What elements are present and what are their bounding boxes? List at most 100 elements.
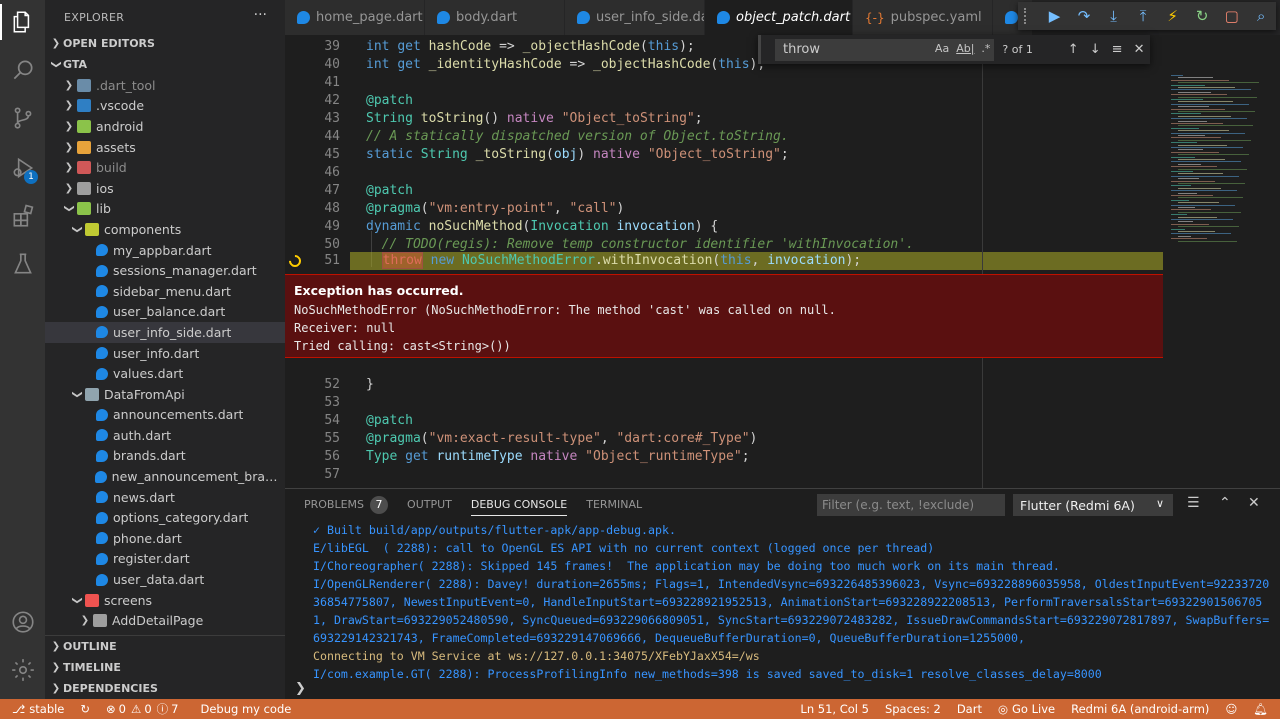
panel-tab[interactable]: TERMINAL xyxy=(586,489,642,520)
match-word-icon[interactable]: Ab| xyxy=(956,42,974,55)
debug-session-select[interactable]: Flutter (Redmi 6A) ∨ xyxy=(1013,494,1173,516)
editor-tab[interactable]: {-} pubspec.yaml xyxy=(853,0,993,35)
panel-tab[interactable]: PROBLEMS 7 xyxy=(304,489,389,520)
console-prompt[interactable]: ❯ xyxy=(295,681,306,696)
hot-reload-icon[interactable]: ⚡︎ xyxy=(1158,5,1188,27)
editor-tab[interactable]: user_info_side.dart xyxy=(565,0,705,35)
testing-icon[interactable] xyxy=(0,242,45,286)
code-line[interactable]: 47 @patch xyxy=(285,182,1163,200)
tree-file[interactable]: user_data.dart xyxy=(45,569,285,590)
tree-file[interactable]: my_appbar.dart xyxy=(45,240,285,261)
manage-gear-icon[interactable] xyxy=(0,648,45,692)
tree-file[interactable]: user_info_side.dart xyxy=(45,322,285,343)
source-control-icon[interactable] xyxy=(0,96,45,140)
tree-folder[interactable]: ❯ android xyxy=(45,116,285,137)
go-live-button[interactable]: ◎ Go Live xyxy=(990,699,1063,719)
tree-folder[interactable]: ❯ AddDetailPage xyxy=(45,610,285,631)
code-line[interactable]: 55 @pragma("vm:exact-result-type", "dart:… xyxy=(285,430,1163,448)
notifications-icon[interactable]: 🔔︎ xyxy=(1245,699,1280,719)
timeline-section[interactable]: ❯ TIMELINE xyxy=(45,657,285,678)
feedback-icon[interactable]: ☺ xyxy=(1217,699,1245,719)
more-actions-icon[interactable]: ··· xyxy=(254,7,267,23)
tree-file[interactable]: sidebar_menu.dart xyxy=(45,281,285,302)
collapse-panel-icon[interactable]: ⌃ xyxy=(1219,495,1231,511)
language-mode[interactable]: Dart xyxy=(949,699,990,719)
close-panel-icon[interactable]: ✕ xyxy=(1248,495,1260,511)
sync-icon[interactable]: ↻ xyxy=(72,699,98,719)
panel-tab[interactable]: OUTPUT xyxy=(407,489,452,520)
tree-folder[interactable]: ❯ ios xyxy=(45,178,285,199)
explorer-icon[interactable] xyxy=(0,0,45,44)
code-line[interactable]: 57 xyxy=(285,466,1163,484)
dependencies-section[interactable]: ❯ DEPENDENCIES xyxy=(45,678,285,699)
restart-icon[interactable]: ↻ xyxy=(1187,5,1217,27)
search-icon[interactable] xyxy=(0,48,45,92)
find-toggle-replace[interactable] xyxy=(758,35,761,64)
step-into-icon[interactable]: ⤓ xyxy=(1099,5,1129,27)
device-selector[interactable]: Redmi 6A (android-arm) xyxy=(1063,699,1217,719)
account-icon[interactable] xyxy=(0,600,45,644)
tree-file[interactable]: user_balance.dart xyxy=(45,302,285,323)
run-debug-icon[interactable]: 1 xyxy=(0,146,45,190)
tree-folder[interactable]: ❯ screens xyxy=(45,590,285,611)
editor-tab[interactable]: home_page.dart xyxy=(285,0,425,35)
tree-file[interactable]: values.dart xyxy=(45,363,285,384)
continue-icon[interactable]: ▶︎ xyxy=(1040,5,1070,27)
console-filter-input[interactable]: Filter (e.g. text, !exclude) xyxy=(817,494,1005,516)
code-line[interactable]: 46 xyxy=(285,164,1163,182)
tree-folder[interactable]: ❯ .dart_tool xyxy=(45,75,285,96)
previous-match-icon[interactable]: ↑ xyxy=(1062,42,1084,57)
find-in-selection-icon[interactable]: ≡ xyxy=(1106,42,1128,57)
extensions-icon[interactable] xyxy=(0,194,45,238)
stop-icon[interactable]: ▢ xyxy=(1217,5,1247,27)
code-line[interactable]: 56 Type get runtimeType native "Object_ru… xyxy=(285,448,1163,466)
tree-folder[interactable]: ❯ components xyxy=(45,219,285,240)
project-section[interactable]: ❯ GTA xyxy=(45,54,285,75)
tree-file[interactable]: brands.dart xyxy=(45,446,285,467)
code-line[interactable]: 51 throw new NoSuchMethodError.withInvoc… xyxy=(286,252,1163,270)
regex-icon[interactable]: .* xyxy=(981,42,990,55)
tree-file[interactable]: sessions_manager.dart xyxy=(45,260,285,281)
next-match-icon[interactable]: ↓ xyxy=(1084,42,1106,57)
tree-folder[interactable]: ❯ lib xyxy=(45,199,285,220)
editor-tab[interactable]: object_patch.dart✕ xyxy=(705,0,853,35)
code-line[interactable]: 54 @patch xyxy=(285,412,1163,430)
cursor-position[interactable]: Ln 51, Col 5 xyxy=(792,699,877,719)
tree-folder[interactable]: ❯ assets xyxy=(45,137,285,158)
minimap[interactable] xyxy=(1163,35,1280,488)
tree-file[interactable]: register.dart xyxy=(45,549,285,570)
match-case-icon[interactable]: Aa xyxy=(935,42,949,55)
tree-file[interactable]: phone.dart xyxy=(45,528,285,549)
find-input[interactable]: throw Aa Ab| .* xyxy=(774,38,995,61)
code-line[interactable]: 41 xyxy=(285,74,1163,92)
outline-section[interactable]: ❯ OUTLINE xyxy=(45,636,285,657)
tree-file[interactable]: options_category.dart xyxy=(45,507,285,528)
tree-folder[interactable]: ❯ DataFromApi xyxy=(45,384,285,405)
tree-folder[interactable]: ❯ build xyxy=(45,157,285,178)
debug-config[interactable]: Debug my code xyxy=(186,699,299,719)
editor-tab[interactable]: body.dart xyxy=(425,0,565,35)
tree-file[interactable]: user_info.dart xyxy=(45,343,285,364)
drag-handle[interactable] xyxy=(1024,8,1032,24)
code-line[interactable]: 53 xyxy=(285,394,1163,412)
code-line[interactable]: 43 String toString() native "Object_toStr… xyxy=(285,110,1163,128)
open-editors-section[interactable]: ❯ OPEN EDITORS xyxy=(45,33,285,54)
code-line[interactable]: 48 @pragma("vm:entry-point", "call") xyxy=(285,200,1163,218)
code-line[interactable]: 44 // A statically dispatched version of … xyxy=(285,128,1163,146)
tree-folder[interactable]: ❯ .vscode xyxy=(45,96,285,117)
indentation[interactable]: Spaces: 2 xyxy=(877,699,949,719)
code-line[interactable]: 52} xyxy=(285,376,1163,394)
close-find-icon[interactable]: ✕ xyxy=(1128,42,1150,57)
problems-indicator[interactable]: ⊗ 0 ⚠︎ 0 ⓘ 7 xyxy=(98,699,186,719)
tree-file[interactable]: news.dart xyxy=(45,487,285,508)
code-line[interactable]: 49 dynamic noSuchMethod(Invocation invoca… xyxy=(285,218,1163,236)
clear-console-icon[interactable]: ☰ xyxy=(1187,495,1200,511)
tree-file[interactable]: announcements.dart xyxy=(45,405,285,426)
devtools-search-icon[interactable]: ⌕ xyxy=(1246,5,1276,27)
tree-file[interactable]: new_announcement_brads.d... xyxy=(45,466,285,487)
step-out-icon[interactable]: ⤒ xyxy=(1128,5,1158,27)
step-over-icon[interactable]: ↷ xyxy=(1069,5,1099,27)
branch-indicator[interactable]: ⎇ stable xyxy=(0,699,72,719)
code-line[interactable]: 42 @patch xyxy=(285,92,1163,110)
code-line[interactable]: 45 static String _toString(obj) native "O… xyxy=(285,146,1163,164)
